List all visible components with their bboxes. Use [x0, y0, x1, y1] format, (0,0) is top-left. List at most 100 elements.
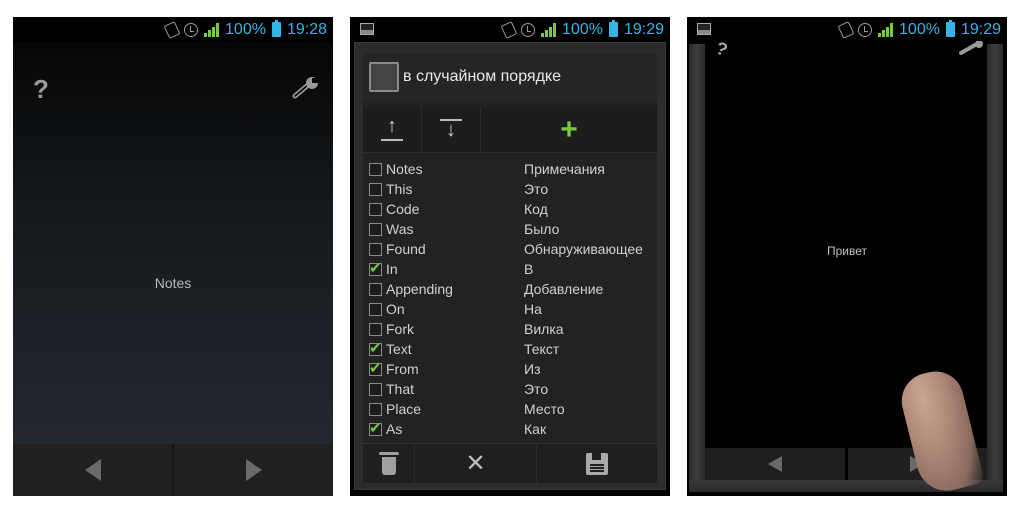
vibrate-icon	[500, 20, 518, 39]
previous-button[interactable]	[705, 448, 845, 480]
word-translation: В	[524, 261, 534, 277]
vibrate-icon	[837, 20, 855, 39]
word-english: Appending	[386, 281, 453, 297]
word-row[interactable]: On На	[363, 299, 657, 319]
alarm-icon	[521, 22, 536, 37]
word-checkbox[interactable]	[369, 359, 382, 377]
word-translation: Это	[524, 181, 549, 197]
word-checkbox[interactable]	[369, 182, 382, 196]
arrow-left-icon	[84, 459, 101, 481]
status-bar: 100% 19:28	[13, 17, 333, 42]
word-list-dialog: в случайном порядке + Notes Примечания Thi…	[354, 42, 666, 490]
status-bar: 100% 19:29	[350, 17, 670, 42]
clock: 19:29	[623, 20, 664, 38]
battery-percent: 100%	[225, 20, 266, 38]
shuffle-option[interactable]: в случайном порядке	[363, 53, 657, 101]
word-row[interactable]: Found Обнаруживающее	[363, 239, 657, 259]
word-english: As	[386, 421, 403, 437]
clock: 19:29	[960, 20, 1001, 38]
word-translation: Примечания	[524, 161, 605, 177]
move-to-top-icon	[381, 115, 403, 141]
help-icon[interactable]: ?	[33, 74, 49, 105]
arrow-left-icon	[767, 456, 782, 472]
gallery-notification-icon	[697, 23, 711, 35]
word-row[interactable]: From Из	[363, 359, 657, 379]
word-english: Code	[386, 201, 420, 217]
save-button[interactable]	[537, 444, 657, 483]
word-translation: Было	[524, 221, 560, 237]
move-to-top-button[interactable]	[363, 107, 422, 152]
word-translation: Из	[524, 361, 541, 377]
word-row[interactable]: As Как	[363, 419, 657, 439]
word-checkbox[interactable]	[369, 339, 382, 357]
list-toolbar: +	[363, 107, 657, 153]
word-english: Text	[386, 341, 412, 357]
screen-card-swipe: 100% 19:29 ? Привет	[687, 17, 1007, 496]
word-english: Place	[386, 401, 422, 417]
word-row[interactable]: This Это	[363, 179, 657, 199]
word-checkbox[interactable]	[369, 382, 382, 396]
vibrate-icon	[163, 20, 181, 39]
word-english: This	[386, 181, 413, 197]
dialog-actions: ✕	[363, 443, 657, 483]
plus-icon: +	[560, 112, 578, 146]
word-checkbox[interactable]	[369, 242, 382, 256]
word-checkbox[interactable]	[369, 202, 382, 216]
word-english: Found	[386, 241, 426, 257]
signal-icon	[541, 22, 557, 37]
word-english: That	[386, 381, 415, 397]
nav-bar	[13, 443, 333, 496]
word-translation: Место	[524, 401, 565, 417]
word-checkbox[interactable]	[369, 419, 382, 437]
word-translation: На	[524, 301, 542, 317]
word-translation: Добавление	[524, 281, 604, 297]
save-icon	[586, 452, 608, 475]
word-row[interactable]: Appending Добавление	[363, 279, 657, 299]
close-icon: ✕	[465, 450, 486, 477]
gallery-notification-icon	[360, 23, 374, 35]
battery-icon	[608, 20, 618, 37]
word-list[interactable]: Notes Примечания This Это Code Код Was Было Foun…	[363, 155, 657, 447]
arrow-right-icon	[245, 459, 262, 481]
word-checkbox[interactable]	[369, 322, 382, 336]
battery-percent: 100%	[899, 20, 940, 38]
word-translation: Вилка	[524, 321, 564, 337]
add-word-button[interactable]: +	[481, 107, 657, 152]
battery-percent: 100%	[562, 20, 603, 38]
word-row[interactable]: That Это	[363, 379, 657, 399]
bezel-right	[987, 44, 1003, 486]
cancel-button[interactable]: ✕	[415, 444, 537, 483]
signal-icon	[878, 22, 894, 37]
shuffle-checkbox[interactable]	[369, 62, 399, 92]
status-bar: 100% 19:29	[687, 17, 1007, 42]
clock: 19:28	[286, 20, 327, 38]
alarm-icon	[184, 22, 199, 37]
battery-icon	[945, 20, 955, 37]
move-to-bottom-button[interactable]	[422, 107, 481, 152]
word-row[interactable]: Was Было	[363, 219, 657, 239]
word-row[interactable]: Text Текст	[363, 339, 657, 359]
word-checkbox[interactable]	[369, 162, 382, 176]
shuffle-label: в случайном порядке	[403, 68, 561, 85]
word-translation: Как	[524, 421, 547, 437]
word-row[interactable]: Notes Примечания	[363, 159, 657, 179]
word-row[interactable]: Code Код	[363, 199, 657, 219]
word-checkbox[interactable]	[369, 282, 382, 296]
word-checkbox[interactable]	[369, 222, 382, 236]
delete-button[interactable]	[363, 444, 415, 483]
wrench-icon[interactable]	[959, 41, 985, 55]
bezel-left	[689, 44, 705, 486]
word-row[interactable]: Fork Вилка	[363, 319, 657, 339]
card-area[interactable]: ? Notes	[13, 42, 333, 443]
word-checkbox[interactable]	[369, 259, 382, 277]
word-checkbox[interactable]	[369, 302, 382, 316]
word-row[interactable]: Place Место	[363, 399, 657, 419]
word-english: Fork	[386, 321, 414, 337]
previous-button[interactable]	[13, 443, 172, 496]
wrench-icon[interactable]	[291, 76, 321, 100]
word-checkbox[interactable]	[369, 402, 382, 416]
signal-icon	[204, 22, 220, 37]
word-translation: Обнаруживающее	[524, 241, 643, 257]
word-row[interactable]: In В	[363, 259, 657, 279]
next-button[interactable]	[172, 443, 333, 496]
